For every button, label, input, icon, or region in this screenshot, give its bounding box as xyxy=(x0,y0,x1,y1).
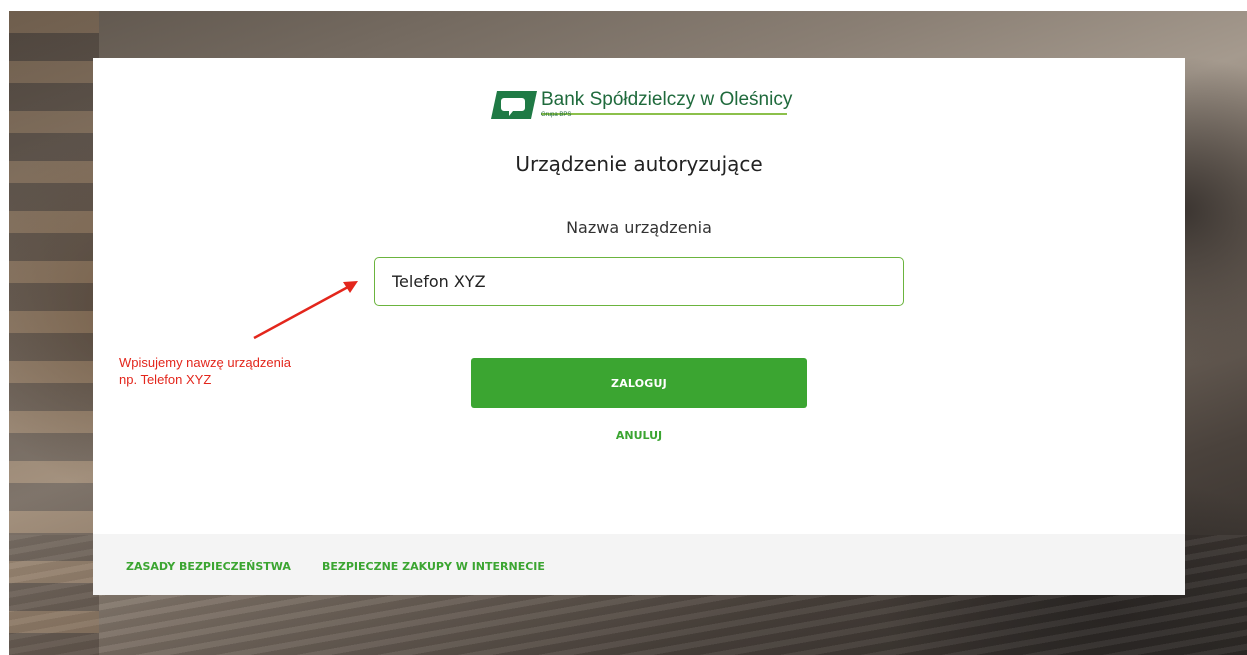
device-name-label: Nazwa urządzenia xyxy=(566,218,712,237)
page-title: Urządzenie autoryzujące xyxy=(515,152,763,176)
bank-logo-icon xyxy=(491,91,537,119)
footer-link-safe-shopping[interactable]: BEZPIECZNE ZAKUPY W INTERNECIE xyxy=(322,560,545,573)
bank-name: Bank Spółdzielczy w Oleśnicy xyxy=(541,89,793,110)
login-card: Bank Spółdzielczy w Oleśnicy Grupa BPS U… xyxy=(93,58,1185,595)
annotation-note: Wpisujemy nawzę urządzenia np. Telefon X… xyxy=(119,354,339,388)
annotation-line-2: np. Telefon XYZ xyxy=(119,372,212,387)
footer-link-security-rules[interactable]: ZASADY BEZPIECZEŃSTWA xyxy=(126,560,291,573)
cancel-button[interactable]: ANULUJ xyxy=(589,427,689,443)
annotation-line-1: Wpisujemy nawzę urządzenia xyxy=(119,355,291,370)
login-button[interactable]: ZALOGUJ xyxy=(471,358,807,408)
logo-underline xyxy=(541,113,787,115)
footer-bar: ZASADY BEZPIECZEŃSTWA BEZPIECZNE ZAKUPY … xyxy=(93,534,1185,595)
device-name-input[interactable] xyxy=(374,257,904,306)
bank-group-name: Grupa BPS xyxy=(541,112,572,118)
bank-logo: Bank Spółdzielczy w Oleśnicy Grupa BPS xyxy=(491,87,793,127)
